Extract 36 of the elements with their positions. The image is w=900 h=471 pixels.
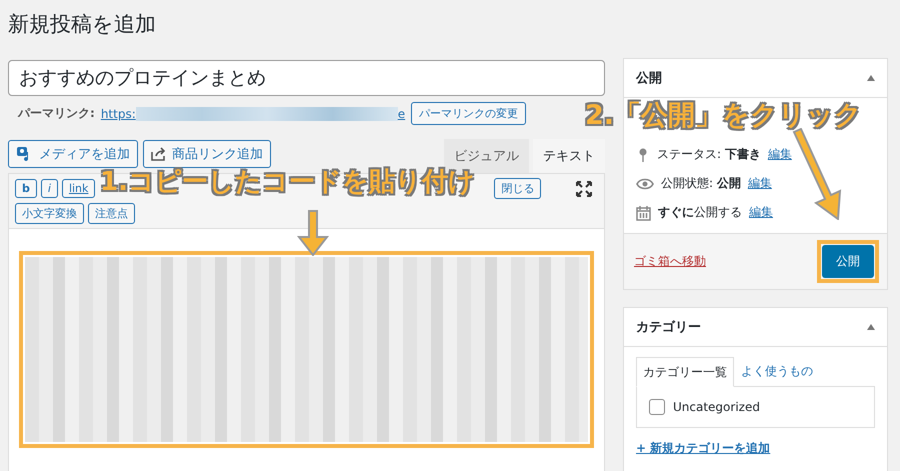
edit-link[interactable]: 編集 <box>748 175 772 192</box>
category-label: Uncategorized <box>673 400 760 414</box>
visibility-text: 公開状態: 公開 <box>661 175 741 192</box>
eye-icon <box>636 178 654 190</box>
panel-title: カテゴリー <box>636 319 701 336</box>
link-button[interactable]: link <box>62 179 96 198</box>
page-title: 新規投稿を追加 <box>7 11 157 38</box>
change-permalink-button[interactable]: パーマリンクの変更 <box>411 102 526 125</box>
category-tab[interactable]: よく使うもの <box>734 357 820 386</box>
checkbox[interactable] <box>649 399 665 415</box>
edit-link[interactable]: 編集 <box>768 146 792 163</box>
add-media-button[interactable]: メディアを追加 <box>8 140 138 168</box>
annotation-text: 2.「公開」をクリック <box>585 99 862 133</box>
collapse-icon[interactable] <box>867 324 875 330</box>
bold-button[interactable]: b <box>15 179 37 198</box>
publish-button[interactable]: 公開 <box>822 245 874 278</box>
schedule-text: すぐに公開する <box>658 204 742 221</box>
category-tab[interactable]: カテゴリー一覧 <box>636 357 734 387</box>
status-text: ステータス: 下書き <box>657 146 761 163</box>
calendar-icon <box>636 204 651 220</box>
arrow-icon <box>296 210 330 256</box>
fullscreen-icon[interactable] <box>576 180 592 196</box>
quicktag-button[interactable]: 注意点 <box>88 203 135 224</box>
product-link-button[interactable]: 商品リンク追加 <box>143 140 271 168</box>
permalink-label: パーマリンク: <box>18 105 95 122</box>
post-title-field[interactable]: おすすめのプロテインまとめ <box>8 60 605 96</box>
edit-link[interactable]: 編集 <box>749 204 773 221</box>
editor-tab[interactable]: テキスト <box>533 139 605 173</box>
close-tags-button[interactable]: 閉じる <box>494 178 542 199</box>
share-icon <box>151 147 167 161</box>
panel-title: 公開 <box>636 70 662 87</box>
quicktag-button[interactable]: 小文字変換 <box>15 203 84 224</box>
collapse-icon[interactable] <box>867 75 875 81</box>
add-category-link[interactable]: + 新規カテゴリーを追加 <box>636 441 770 455</box>
trash-link[interactable]: ゴミ箱へ移動 <box>634 253 706 270</box>
italic-button[interactable]: i <box>40 179 58 198</box>
